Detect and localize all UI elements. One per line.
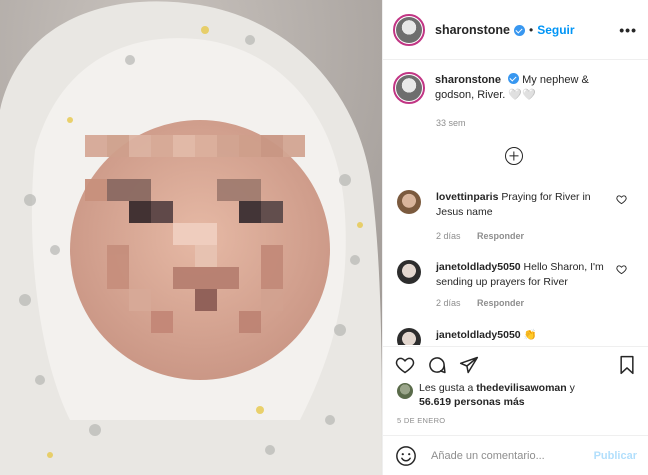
comments-scroll[interactable]: sharonstone My nephew & godson, River. 🤍… bbox=[383, 60, 648, 345]
like-comment-heart-icon[interactable] bbox=[616, 264, 627, 275]
add-comment-input[interactable]: Añade un comentario... bbox=[431, 450, 591, 462]
post-date[interactable]: 5 DE ENERO bbox=[397, 416, 445, 425]
bookmark-icon[interactable] bbox=[617, 355, 637, 375]
post-caption: sharonstone My nephew & godson, River. 🤍… bbox=[393, 72, 633, 104]
author-username[interactable]: sharonstone bbox=[435, 23, 510, 37]
comment-text: 👏 bbox=[523, 329, 537, 341]
post-header: sharonstone • Seguir ••• bbox=[383, 0, 648, 60]
caption-username[interactable]: sharonstone bbox=[435, 74, 501, 86]
caption-time: 33 sem bbox=[436, 118, 466, 128]
more-options-icon[interactable]: ••• bbox=[619, 22, 637, 38]
author-avatar[interactable] bbox=[393, 13, 425, 46]
post-actions-bar bbox=[383, 346, 648, 376]
instagram-post-modal: sharonstone • Seguir ••• sharonstone My … bbox=[0, 0, 648, 475]
comment-username[interactable]: janetoldlady5050 bbox=[436, 329, 521, 341]
comment-username[interactable]: janetoldlady5050 bbox=[436, 261, 521, 273]
emoji-icon[interactable] bbox=[395, 445, 417, 467]
reply-button[interactable]: Responder bbox=[477, 231, 524, 241]
comment-time: 2 días bbox=[436, 231, 461, 241]
likes-suffix: y bbox=[566, 382, 575, 394]
commenter-avatar[interactable] bbox=[397, 260, 421, 284]
verified-badge-icon bbox=[514, 25, 526, 36]
verified-badge-icon bbox=[508, 73, 520, 84]
caption-author-avatar[interactable] bbox=[393, 72, 425, 104]
liker-username[interactable]: thedevilisawoman bbox=[476, 382, 566, 394]
publish-button[interactable]: Publicar bbox=[594, 450, 637, 462]
comment-time: 2 días bbox=[436, 298, 461, 308]
commenter-avatar[interactable] bbox=[397, 328, 421, 345]
share-icon[interactable] bbox=[459, 355, 479, 375]
follow-button[interactable]: Seguir bbox=[537, 23, 574, 37]
reply-button[interactable]: Responder bbox=[477, 298, 524, 308]
separator: • bbox=[529, 22, 534, 37]
likes-summary: Les gusta a thedevilisawoman y 56.619 pe… bbox=[397, 381, 575, 409]
comment-icon[interactable] bbox=[427, 355, 447, 375]
heart-icon[interactable] bbox=[395, 355, 415, 375]
add-comment-bar: Añade un comentario... Publicar bbox=[383, 435, 648, 475]
post-photo[interactable] bbox=[0, 0, 382, 475]
post-side-panel: sharonstone • Seguir ••• sharonstone My … bbox=[382, 0, 648, 475]
commenter-avatar[interactable] bbox=[397, 190, 421, 214]
like-comment-heart-icon[interactable] bbox=[616, 194, 627, 205]
baby-photo-image bbox=[0, 0, 382, 475]
load-more-comments-icon[interactable] bbox=[505, 147, 523, 165]
comment-username[interactable]: lovettinparis bbox=[436, 191, 498, 203]
likes-prefix: Les gusta a bbox=[419, 382, 477, 394]
likes-count[interactable]: 56.619 personas más bbox=[419, 396, 525, 408]
liker-avatar[interactable] bbox=[397, 383, 413, 399]
